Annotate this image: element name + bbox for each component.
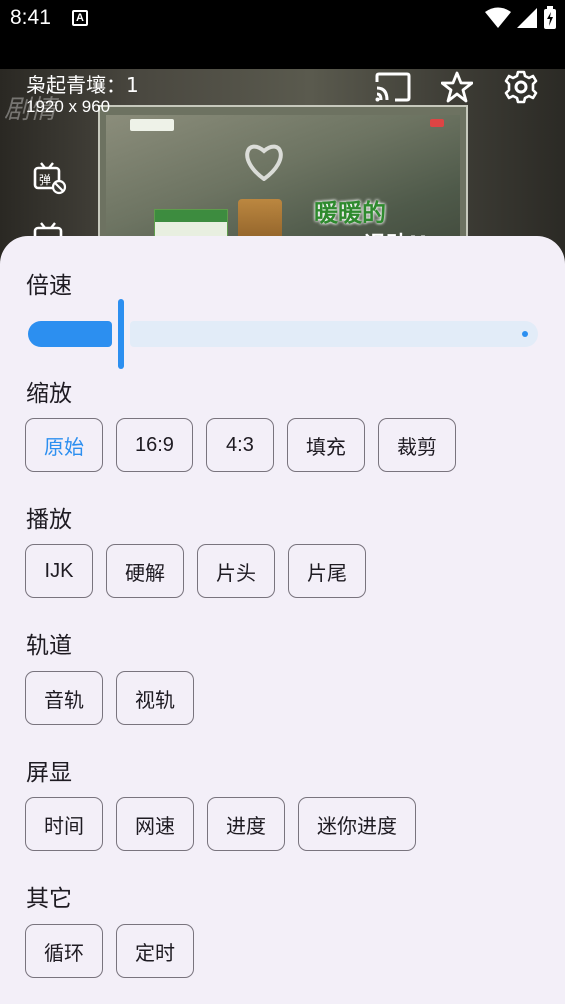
wifi-icon (485, 7, 511, 29)
scale-section-title: 缩放 (26, 381, 72, 407)
playback-option-ijk[interactable]: IJK (25, 544, 93, 598)
star-icon[interactable] (439, 69, 475, 105)
signal-icon (517, 7, 537, 29)
scale-option-fill[interactable]: 填充 (286, 418, 365, 472)
settings-sheet: 倍速 缩放 原始 16:9 4:3 填充 裁剪 播放 IJK 硬解 片头 片尾 … (0, 236, 565, 1004)
svg-text:弹: 弹 (39, 173, 51, 187)
scale-options: 原始 16:9 4:3 填充 裁剪 (25, 418, 456, 472)
track-option-video[interactable]: 视轨 (116, 671, 194, 725)
display-section-title: 屏显 (26, 760, 72, 786)
display-option-network-speed[interactable]: 网速 (116, 797, 194, 851)
status-bar: 8:41 A (0, 0, 565, 69)
scale-option-16-9[interactable]: 16:9 (116, 418, 193, 472)
track-option-audio[interactable]: 音轨 (25, 671, 103, 725)
brand-logo (130, 119, 174, 131)
product-box-top (155, 210, 227, 222)
playback-section-title: 播放 (26, 507, 72, 533)
scale-option-crop[interactable]: 裁剪 (377, 418, 456, 472)
video-title: 枭起青壤：1 (26, 73, 139, 97)
other-section-title: 其它 (26, 886, 72, 912)
playback-options: IJK 硬解 片头 片尾 (25, 544, 366, 598)
display-option-mini-progress[interactable]: 迷你进度 (298, 797, 416, 851)
status-time: 8:41 (10, 6, 51, 29)
video-resolution: 1920 x 960 (26, 97, 111, 116)
settings-icon[interactable] (503, 69, 539, 105)
playback-option-intro[interactable]: 片头 (197, 544, 275, 598)
other-option-timer[interactable]: 定时 (116, 924, 194, 978)
track-section-title: 轨道 (26, 633, 72, 659)
brand-badge (430, 119, 444, 127)
heart-icon (245, 144, 283, 181)
display-option-time[interactable]: 时间 (25, 797, 103, 851)
speed-slider-thumb[interactable] (118, 299, 124, 369)
speed-slider-track (130, 321, 538, 347)
other-options: 循环 定时 (25, 924, 194, 978)
player-top-actions (375, 69, 539, 105)
speed-slider-fill (28, 321, 112, 347)
playback-option-hardware-decode[interactable]: 硬解 (106, 544, 184, 598)
scale-option-4-3[interactable]: 4:3 (205, 418, 274, 472)
speed-slider[interactable] (28, 299, 538, 369)
notification-icon: A (72, 10, 88, 26)
speed-slider-end-dot (522, 331, 528, 337)
other-option-loop[interactable]: 循环 (25, 924, 103, 978)
danmaku-off-icon[interactable]: 弹 (33, 161, 67, 195)
playback-option-outro[interactable]: 片尾 (288, 544, 366, 598)
track-options: 音轨 视轨 (25, 671, 194, 725)
status-icons (485, 6, 557, 30)
battery-icon (543, 6, 557, 30)
promo-line-1: 暖暖的 (314, 199, 386, 227)
scale-option-original[interactable]: 原始 (25, 418, 103, 472)
display-option-progress[interactable]: 进度 (207, 797, 285, 851)
display-options: 时间 网速 进度 迷你进度 (25, 797, 416, 851)
speed-section-title: 倍速 (26, 273, 72, 299)
cast-icon[interactable] (375, 69, 411, 105)
